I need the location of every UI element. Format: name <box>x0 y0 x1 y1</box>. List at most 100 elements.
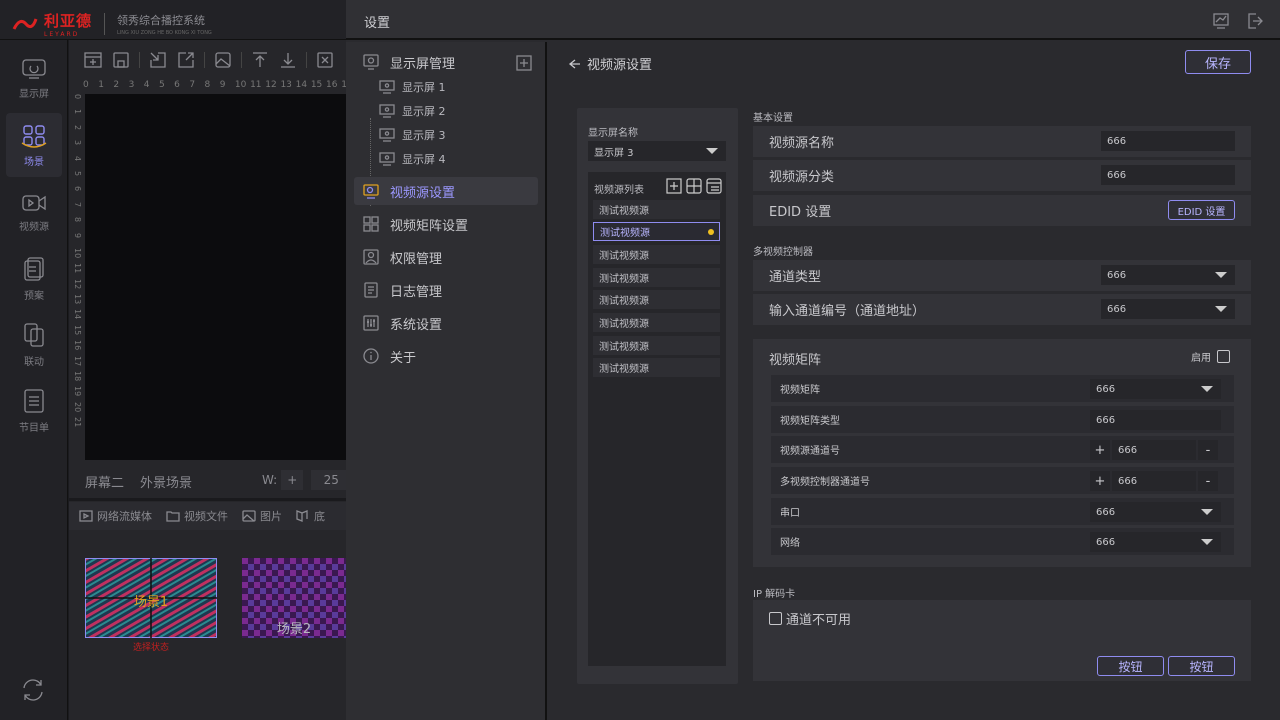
matrix-row-label: 网络 <box>780 538 800 549</box>
leyard-logo-icon <box>12 18 38 30</box>
input-channel-row: 输入通道编号（通道地址） 666 <box>753 294 1251 325</box>
logout-icon[interactable] <box>1246 12 1264 30</box>
ruler-tick: 16 <box>73 340 82 351</box>
source-item[interactable]: 测试视频源 <box>593 358 720 377</box>
add-grid-icon[interactable] <box>686 178 702 194</box>
network-select[interactable]: 666 <box>1090 532 1221 552</box>
matrix-select[interactable]: 666 <box>1090 379 1221 399</box>
rail-label: 联动 <box>24 356 44 368</box>
serial-port-select[interactable]: 666 <box>1090 502 1221 522</box>
import-icon[interactable] <box>148 50 168 70</box>
source-item[interactable]: 测试视频源 <box>593 268 720 287</box>
screen-select[interactable]: 显示屏 3 <box>588 141 726 161</box>
list-view-icon[interactable] <box>706 178 722 194</box>
tab-stream[interactable]: 网络流媒体 <box>79 508 152 524</box>
ruler-tick: 20 <box>73 401 82 412</box>
source-name-input[interactable]: 666 <box>1101 131 1235 151</box>
back-button[interactable]: 视频源设置 <box>567 54 652 73</box>
source-item[interactable]: 测试视频源 <box>593 245 720 264</box>
source-item[interactable]: 测试视频源 <box>593 336 720 355</box>
nav-video-matrix-settings[interactable]: 视频矩阵设置 <box>354 210 538 238</box>
source-item-selected[interactable]: 测试视频源 <box>593 222 720 241</box>
chevron-down-icon <box>1201 386 1213 392</box>
width-plus-button[interactable]: + <box>281 470 304 490</box>
nav-permission-management[interactable]: 权限管理 <box>354 243 538 271</box>
screen-icon <box>379 152 395 166</box>
image-icon[interactable] <box>213 50 233 70</box>
screen-label: 显示屏 4 <box>402 153 446 166</box>
rail-item-scene[interactable]: 场景 <box>6 113 62 177</box>
scene-thumb-1[interactable]: 场景1 选择状态 <box>85 558 217 653</box>
new-icon[interactable] <box>83 50 103 70</box>
scene-status: 选择状态 <box>132 643 169 653</box>
decrement-button[interactable]: - <box>1198 440 1218 460</box>
nav-video-source-settings[interactable]: 视频源设置 <box>354 177 538 205</box>
channel-type-select[interactable]: 666 <box>1101 265 1235 285</box>
source-item[interactable]: 测试视频源 <box>593 313 720 332</box>
nav-about[interactable]: 关于 <box>354 342 538 370</box>
rail-item-plan[interactable]: 预案 <box>6 246 62 310</box>
field-label: 视频源名称 <box>769 136 835 151</box>
rail-item-display[interactable]: 显示屏 <box>6 46 62 110</box>
action-button-2[interactable]: 按钮 <box>1168 656 1235 676</box>
scene-thumb-2[interactable]: 场景2 <box>242 558 346 638</box>
source-list-label: 视频源列表 <box>594 185 644 196</box>
export-icon[interactable] <box>176 50 196 70</box>
controller-channel-input[interactable]: 666 <box>1112 471 1196 491</box>
input-channel-select[interactable]: 666 <box>1101 299 1235 319</box>
send-down-icon[interactable] <box>278 50 298 70</box>
nav-screen-3[interactable]: 显示屏 3 <box>379 127 446 143</box>
source-category-input[interactable]: 666 <box>1101 165 1235 185</box>
ruler-tick: 10 <box>73 247 82 259</box>
close-window-icon[interactable] <box>315 50 335 70</box>
rail-item-playlist[interactable]: 节目单 <box>6 378 62 442</box>
save-icon[interactable] <box>111 50 131 70</box>
increment-button[interactable]: + <box>1090 471 1110 491</box>
channel-unavailable-option[interactable]: 通道不可用 <box>769 609 851 628</box>
nav-display-management[interactable]: 显示屏管理 <box>354 48 538 76</box>
monitor-chart-icon[interactable] <box>1212 12 1230 30</box>
bring-up-icon[interactable] <box>250 50 270 70</box>
enable-checkbox[interactable] <box>1217 350 1230 363</box>
save-button[interactable]: 保存 <box>1185 50 1251 74</box>
rail-label: 视频源 <box>19 221 49 233</box>
scene-canvas[interactable] <box>85 94 346 460</box>
width-field: W: + 25 <box>262 470 352 490</box>
ruler-tick: 5 <box>73 170 82 177</box>
matrix-enable-toggle[interactable]: 启用 <box>1191 349 1230 364</box>
screen-label: 显示屏 3 <box>402 129 446 142</box>
increment-button[interactable]: + <box>1090 440 1110 460</box>
select-value: 666 <box>1096 506 1116 518</box>
info-icon <box>363 348 379 364</box>
nav-system-settings[interactable]: 系统设置 <box>354 309 538 337</box>
nav-screen-2[interactable]: 显示屏 2 <box>379 103 446 119</box>
tab-image[interactable]: 图片 <box>242 508 282 524</box>
source-item[interactable]: 测试视频源 <box>593 200 720 219</box>
nav-log-management[interactable]: 日志管理 <box>354 276 538 304</box>
stream-icon <box>79 510 93 522</box>
asset-tabs: 网络流媒体 视频文件 图片 底 <box>69 502 346 530</box>
screen-icon <box>379 128 395 142</box>
source-item-label: 测试视频源 <box>600 228 650 239</box>
tab-video-file[interactable]: 视频文件 <box>166 508 228 524</box>
nav-screen-1[interactable]: 显示屏 1 <box>379 79 446 95</box>
source-item[interactable]: 测试视频源 <box>593 290 720 309</box>
nav-screen-4[interactable]: 显示屏 4 <box>379 151 446 167</box>
source-channel-input[interactable]: 666 <box>1112 440 1196 460</box>
add-source-icon[interactable] <box>666 178 682 194</box>
matrix-row: 视频源通道号 + 666 - <box>771 436 1234 463</box>
edid-settings-button[interactable]: EDID 设置 <box>1168 200 1235 220</box>
width-label: W: <box>262 473 278 487</box>
tab-base[interactable]: 底 <box>296 508 325 524</box>
rail-item-linkage[interactable]: 联动 <box>6 312 62 376</box>
unavailable-checkbox[interactable] <box>769 612 782 625</box>
decrement-button[interactable]: - <box>1198 471 1218 491</box>
refresh-button[interactable] <box>19 676 47 704</box>
matrix-row-label: 串口 <box>780 508 800 519</box>
channel-type-row: 通道类型 666 <box>753 260 1251 291</box>
action-button-1[interactable]: 按钮 <box>1097 656 1164 676</box>
tab-label: 视频文件 <box>184 510 228 523</box>
rail-item-video-source[interactable]: 视频源 <box>6 180 62 244</box>
matrix-type-input[interactable]: 666 <box>1090 410 1221 430</box>
add-display-button[interactable] <box>516 55 532 71</box>
